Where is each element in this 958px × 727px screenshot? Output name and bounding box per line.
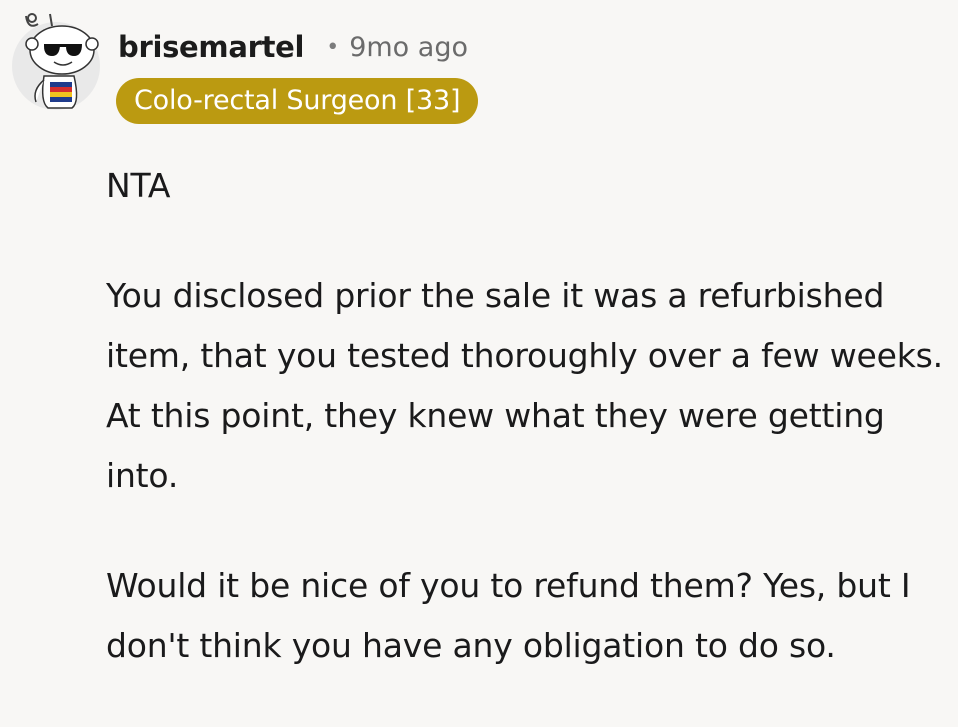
comment-paragraph: NTA — [106, 166, 171, 205]
comment-body: NTA You disclosed prior the sale it was … — [106, 156, 946, 676]
author-username[interactable]: brisemartel — [118, 30, 305, 64]
comment-paragraph: You disclosed prior the sale it was a re… — [106, 276, 943, 495]
comment: brisemartel • 9mo ago Colo-rectal Surgeo… — [0, 0, 958, 727]
timestamp[interactable]: 9mo ago — [349, 32, 468, 63]
meta-separator: • — [326, 34, 340, 60]
comment-meta: brisemartel • 9mo ago — [118, 24, 468, 70]
snoo-sunglasses-avatar-icon[interactable] — [10, 10, 102, 110]
comment-paragraph: Would it be nice of you to refund them? … — [106, 566, 911, 665]
user-flair-badge: Colo-rectal Surgeon [33] — [116, 78, 479, 124]
